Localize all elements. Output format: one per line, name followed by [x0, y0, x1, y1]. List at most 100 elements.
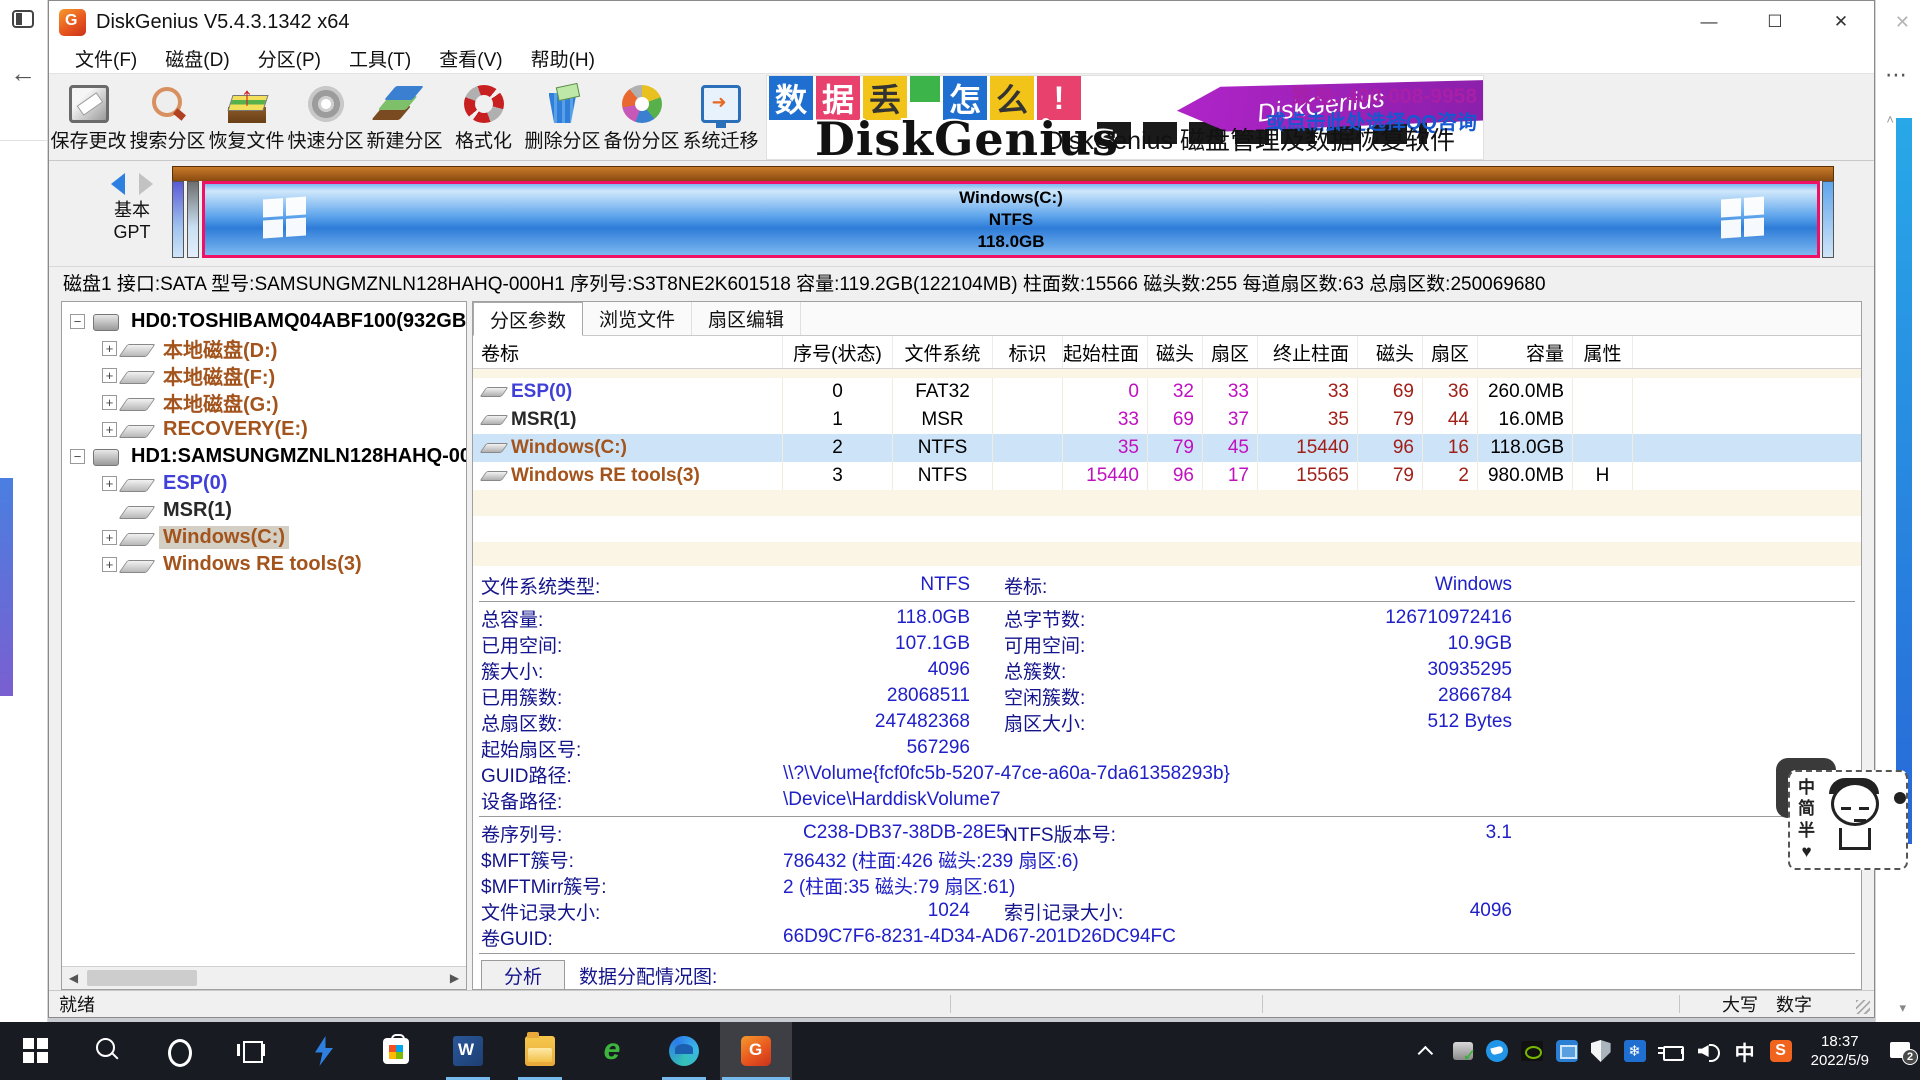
- menu-item-5[interactable]: 帮助(H): [517, 45, 609, 72]
- expander-icon[interactable]: +: [102, 395, 117, 410]
- tree-horizontal-scrollbar[interactable]: ◀ ▶: [62, 966, 466, 989]
- taskbar-clock[interactable]: 18:37 2022/5/9: [1805, 1032, 1875, 1070]
- column-header-终止柱面[interactable]: 终止柱面: [1258, 336, 1358, 368]
- partition-re-mini[interactable]: [1822, 181, 1834, 258]
- tree-item-HD0:TOSHIBAMQ04ABF100(932GB)[interactable]: −HD0:TOSHIBAMQ04ABF100(932GB): [62, 308, 466, 335]
- disk-icon: [91, 449, 121, 465]
- column-header-起始柱面[interactable]: 起始柱面: [1063, 336, 1148, 368]
- menu-item-1[interactable]: 磁盘(D): [151, 45, 243, 72]
- flash-app[interactable]: [288, 1022, 360, 1080]
- cortana[interactable]: [144, 1022, 216, 1080]
- tree-item-HD1:SAMSUNGMZNLN128HAHQ-000[interactable]: −HD1:SAMSUNGMZNLN128HAHQ-000: [62, 443, 466, 470]
- expander-icon[interactable]: +: [102, 476, 117, 491]
- quick-icon: [306, 85, 346, 123]
- edge-browser[interactable]: [648, 1022, 720, 1080]
- tab-分区参数[interactable]: 分区参数: [473, 302, 583, 336]
- column-header-容量[interactable]: 容量: [1478, 336, 1573, 368]
- column-header-卷标[interactable]: 卷标: [473, 336, 783, 368]
- tree-item-RECOVERY(E:)[interactable]: +RECOVERY(E:): [62, 416, 466, 443]
- expander-icon[interactable]: +: [102, 422, 117, 437]
- scrollbar-thumb[interactable]: [87, 970, 197, 986]
- ime-status-widget[interactable]: 中简半♥: [1788, 770, 1908, 870]
- sogou-tray-icon[interactable]: S: [1770, 1040, 1792, 1062]
- back-arrow-icon[interactable]: ←: [10, 58, 36, 89]
- notification-center-icon[interactable]: 2: [1888, 1039, 1914, 1063]
- table-row-Windows RE tools(3)[interactable]: Windows RE tools(3)3NTFS1544096171556579…: [473, 462, 1861, 490]
- microsoft-store[interactable]: [360, 1022, 432, 1080]
- column-header-文件系统[interactable]: 文件系统: [893, 336, 993, 368]
- file-explorer[interactable]: [504, 1022, 576, 1080]
- updater-tray-icon[interactable]: [1453, 1042, 1473, 1060]
- table-row-ESP(0)[interactable]: ESP(0)0FAT3203233336936260.0MB: [473, 378, 1861, 406]
- prev-disk-arrow-icon[interactable]: [111, 173, 125, 195]
- intel-graphics-tray-icon[interactable]: [1556, 1040, 1578, 1062]
- column-header-扇区[interactable]: 扇区: [1423, 336, 1478, 368]
- nvidia-tray-icon[interactable]: [1521, 1041, 1543, 1061]
- start-button[interactable]: [0, 1022, 72, 1080]
- dingtalk-tray-icon[interactable]: [1486, 1040, 1508, 1062]
- table-row-MSR(1)[interactable]: MSR(1)1MSR33693735794416.0MB: [473, 406, 1861, 434]
- column-header-磁头[interactable]: 磁头: [1358, 336, 1423, 368]
- tree-item-本地磁盘(D:)[interactable]: +本地磁盘(D:): [62, 335, 466, 362]
- column-header-序号(状态)[interactable]: 序号(状态): [783, 336, 893, 368]
- expander-icon[interactable]: +: [102, 530, 117, 545]
- resize-grip[interactable]: [1856, 1000, 1870, 1014]
- maximize-button[interactable]: ☐: [1742, 1, 1808, 43]
- tree-item-Windows(C:)[interactable]: +Windows(C:): [62, 524, 466, 551]
- taskbar-search[interactable]: [72, 1022, 144, 1080]
- toolbar-quick-button[interactable]: 快速分区: [286, 74, 365, 160]
- volume-tray-icon[interactable]: [1696, 1039, 1720, 1063]
- expander-icon[interactable]: +: [102, 557, 117, 572]
- search-icon: [93, 1036, 123, 1066]
- analyze-button[interactable]: 分析: [481, 960, 565, 989]
- diskgenius-taskbar[interactable]: [720, 1022, 792, 1080]
- tab-浏览文件[interactable]: 浏览文件: [583, 302, 692, 335]
- menu-item-3[interactable]: 工具(T): [335, 45, 425, 72]
- scroll-right-icon[interactable]: ▶: [443, 967, 466, 989]
- word[interactable]: [432, 1022, 504, 1080]
- tree-item-本地磁盘(G:)[interactable]: +本地磁盘(G:): [62, 389, 466, 416]
- expander-icon[interactable]: −: [70, 314, 85, 329]
- toolbar-search-button[interactable]: 搜索分区: [128, 74, 207, 160]
- promo-banner[interactable]: 数据丢怎么! DiskGenius DiskGenius 致电: 400-008…: [766, 75, 1484, 160]
- toolbar-backup-button[interactable]: 备份分区: [602, 74, 681, 160]
- defender-tray-icon[interactable]: [1591, 1040, 1611, 1062]
- expander-icon[interactable]: +: [102, 368, 117, 383]
- column-header-扇区[interactable]: 扇区: [1203, 336, 1258, 368]
- scroll-left-icon[interactable]: ◀: [62, 967, 85, 989]
- close-button[interactable]: ✕: [1808, 1, 1874, 43]
- tree-item-本地磁盘(F:)[interactable]: +本地磁盘(F:): [62, 362, 466, 389]
- menu-item-2[interactable]: 分区(P): [244, 45, 335, 72]
- partition-esp-mini[interactable]: [172, 181, 184, 258]
- toolbar-format-button[interactable]: 格式化: [444, 74, 523, 160]
- toolbar-save-button[interactable]: 保存更改: [49, 74, 128, 160]
- toolbar-migrate-button[interactable]: 系统迁移: [681, 74, 760, 160]
- snowflake-tray-icon[interactable]: ❄: [1624, 1040, 1646, 1062]
- toolbar-recover-button[interactable]: ↑恢复文件: [207, 74, 286, 160]
- task-view[interactable]: [216, 1022, 288, 1080]
- tree-item-ESP(0)[interactable]: +ESP(0): [62, 470, 466, 497]
- partition-msr-mini[interactable]: [187, 181, 199, 258]
- next-disk-arrow-icon[interactable]: [139, 173, 153, 195]
- scroll-up-icon[interactable]: ˄: [1886, 112, 1894, 127]
- partition-windows-c[interactable]: Windows(C:) NTFS 118.0GB: [202, 181, 1820, 258]
- menu-item-4[interactable]: 查看(V): [425, 45, 516, 72]
- green-browser[interactable]: e: [576, 1022, 648, 1080]
- more-dots-icon[interactable]: ⋯: [1885, 62, 1908, 88]
- column-header-属性[interactable]: 属性: [1573, 336, 1633, 368]
- tab-扇区编辑[interactable]: 扇区编辑: [692, 302, 801, 335]
- battery-tray-icon[interactable]: [1659, 1039, 1683, 1063]
- column-header-标识[interactable]: 标识: [993, 336, 1063, 368]
- minimize-button[interactable]: —: [1676, 1, 1742, 43]
- column-header-磁头[interactable]: 磁头: [1148, 336, 1203, 368]
- expander-icon[interactable]: −: [70, 449, 85, 464]
- tree-item-Windows RE tools(3)[interactable]: +Windows RE tools(3): [62, 551, 466, 578]
- ime-language-icon[interactable]: 中: [1733, 1039, 1757, 1063]
- tree-item-MSR(1)[interactable]: MSR(1): [62, 497, 466, 524]
- expander-icon[interactable]: +: [102, 341, 117, 356]
- menu-item-0[interactable]: 文件(F): [61, 45, 151, 72]
- table-row-Windows(C:)[interactable]: Windows(C:)2NTFS357945154409616118.0GB: [473, 434, 1861, 462]
- tray-expand-icon[interactable]: [1416, 1039, 1440, 1063]
- toolbar-new-button[interactable]: 新建分区: [365, 74, 444, 160]
- toolbar-delete-button[interactable]: 删除分区: [523, 74, 602, 160]
